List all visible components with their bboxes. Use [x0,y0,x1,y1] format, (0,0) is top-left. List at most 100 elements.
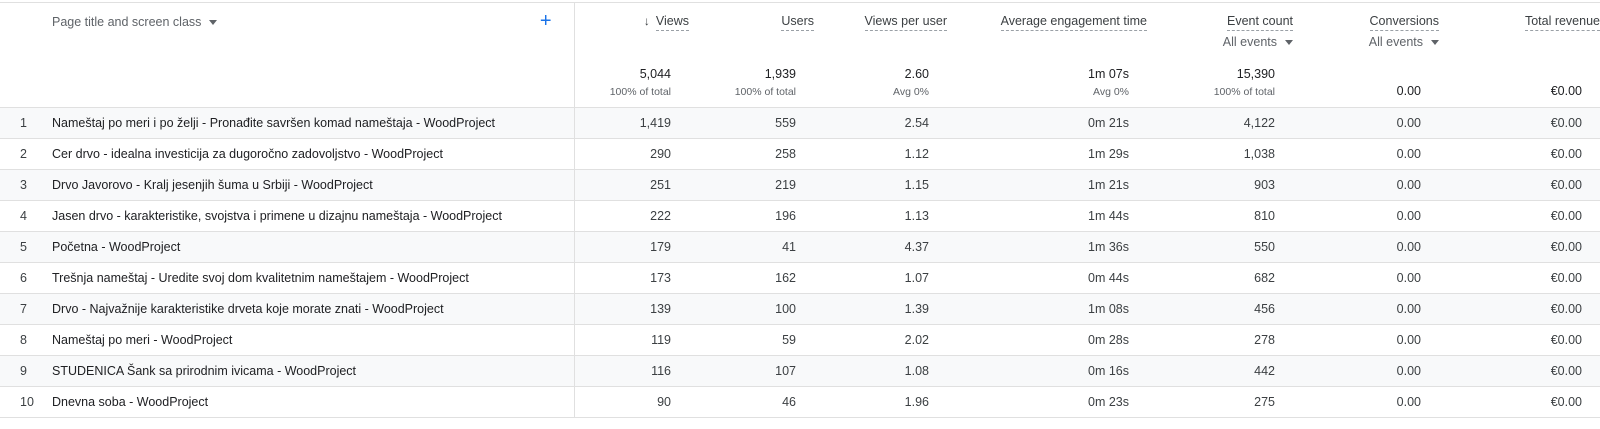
events-cell: 682 [1147,262,1293,294]
rev-cell: €0.00 [1439,231,1600,263]
users-total-sub: 100% of total [734,86,796,98]
total-revenue-total: €0.00 [1550,84,1582,98]
views-per-user-header[interactable]: Views per user 2.60 Avg 0% [814,2,947,108]
aet-cell: 1m 21s [947,169,1147,201]
page-title-cell[interactable]: Početna - WoodProject [48,231,574,263]
conv-cell: 0.00 [1293,138,1439,170]
vpu-cell: 1.39 [814,293,947,325]
total-revenue-header-label: Total revenue [1524,13,1600,31]
report-table: Page title and screen class + ↓ Views 5,0… [0,2,1600,418]
conversions-header[interactable]: Conversions All events 0.00 [1293,2,1439,108]
views-cell: 119 [573,324,689,356]
views-header[interactable]: ↓ Views 5,044 100% of total [573,2,689,108]
page-title-cell[interactable]: Drvo - Najvažnije karakteristike drveta … [48,293,574,325]
views-cell: 251 [573,169,689,201]
views-per-user-total: 2.60 [904,67,929,81]
aet-cell: 1m 44s [947,200,1147,232]
table-row[interactable]: 8 Nameštaj po meri - WoodProject 119 59 2.02… [0,324,1600,356]
page-title-cell[interactable]: Nameštaj po meri i po želji - Pronađite … [48,107,574,139]
dimension-header: Page title and screen class + [48,2,574,108]
page-title-cell[interactable]: Cer drvo - idealna investicija za dugoro… [48,138,574,170]
conv-cell: 0.00 [1293,355,1439,387]
plus-icon[interactable]: + [540,11,552,31]
table-row[interactable]: 1 Nameštaj po meri i po želji - Pronađite… [0,107,1600,139]
page-title-cell[interactable]: Trešnja nameštaj - Uredite svoj dom kval… [48,262,574,294]
event-count-event-selector[interactable]: All events [1147,35,1293,49]
views-cell: 173 [573,262,689,294]
events-cell: 278 [1147,324,1293,356]
table-row[interactable]: 10 Dnevna soba - WoodProject 90 46 1.96 0m 23… [0,386,1600,418]
table-row[interactable]: 7 Drvo - Najvažnije karakteristike drveta… [0,293,1600,325]
table-row[interactable]: 9 STUDENICA Šank sa prirodnim ivicama - W… [0,355,1600,387]
row-index: 10 [0,386,48,418]
vpu-cell: 1.07 [814,262,947,294]
vpu-cell: 2.02 [814,324,947,356]
row-index: 5 [0,231,48,263]
avg-engagement-header[interactable]: Average engagement time 1m 07s Avg 0% [947,2,1147,108]
rev-cell: €0.00 [1439,262,1600,294]
aet-cell: 0m 16s [947,355,1147,387]
users-header[interactable]: Users 1,939 100% of total [689,2,814,108]
aet-cell: 1m 08s [947,293,1147,325]
dimension-selector[interactable]: Page title and screen class [52,15,218,29]
table-body: 1 Nameštaj po meri i po želji - Pronađite… [0,107,1600,418]
users-header-label: Users [781,13,814,31]
views-cell: 116 [573,355,689,387]
conversions-header-label: Conversions [1369,13,1439,31]
sort-down-arrow-icon: ↓ [643,14,650,28]
views-cell: 1,419 [573,107,689,139]
events-cell: 1,038 [1147,138,1293,170]
conv-cell: 0.00 [1293,262,1439,294]
table-row[interactable]: 3 Drvo Javorovo - Kralj jesenjih šuma u S… [0,169,1600,201]
table-row[interactable]: 6 Trešnja nameštaj - Uredite svoj dom kva… [0,262,1600,294]
page-title-cell[interactable]: Nameštaj po meri - WoodProject [48,324,574,356]
rev-cell: €0.00 [1439,200,1600,232]
table-row[interactable]: 2 Cer drvo - idealna investicija za dugor… [0,138,1600,170]
users-cell: 107 [689,355,814,387]
aet-cell: 1m 36s [947,231,1147,263]
aet-cell: 0m 21s [947,107,1147,139]
page-title-cell[interactable]: Dnevna soba - WoodProject [48,386,574,418]
page-title-cell[interactable]: Drvo Javorovo - Kralj jesenjih šuma u Sr… [48,169,574,201]
total-revenue-header[interactable]: Total revenue €0.00 [1439,2,1600,108]
users-cell: 100 [689,293,814,325]
events-cell: 903 [1147,169,1293,201]
rev-cell: €0.00 [1439,169,1600,201]
conv-cell: 0.00 [1293,107,1439,139]
page-title-cell[interactable]: STUDENICA Šank sa prirodnim ivicama - Wo… [48,355,574,387]
vpu-cell: 1.96 [814,386,947,418]
row-index: 7 [0,293,48,325]
rev-cell: €0.00 [1439,138,1600,170]
chevron-down-icon [1285,40,1293,46]
users-cell: 196 [689,200,814,232]
conv-cell: 0.00 [1293,169,1439,201]
avg-engagement-total-sub: Avg 0% [1093,86,1129,98]
rev-cell: €0.00 [1439,386,1600,418]
users-cell: 258 [689,138,814,170]
views-total-sub: 100% of total [609,86,671,98]
rev-cell: €0.00 [1439,324,1600,356]
aet-cell: 0m 23s [947,386,1147,418]
events-cell: 550 [1147,231,1293,263]
vpu-cell: 1.08 [814,355,947,387]
row-index: 9 [0,355,48,387]
table-row[interactable]: 4 Jasen drvo - karakteristike, svojstva i… [0,200,1600,232]
aet-cell: 0m 44s [947,262,1147,294]
page-title-cell[interactable]: Jasen drvo - karakteristike, svojstva i … [48,200,574,232]
users-cell: 162 [689,262,814,294]
row-index: 4 [0,200,48,232]
conversions-total: 0.00 [1396,84,1421,98]
users-cell: 41 [689,231,814,263]
views-cell: 90 [573,386,689,418]
vpu-cell: 2.54 [814,107,947,139]
chevron-down-icon [209,20,218,26]
table-row[interactable]: 5 Početna - WoodProject 179 41 4.37 1m 36s 550… [0,231,1600,263]
conversions-event-selector[interactable]: All events [1293,35,1439,49]
users-total: 1,939 [764,67,796,81]
aet-cell: 0m 28s [947,324,1147,356]
vpu-cell: 4.37 [814,231,947,263]
events-cell: 456 [1147,293,1293,325]
index-header [0,2,48,108]
events-cell: 4,122 [1147,107,1293,139]
event-count-header[interactable]: Event count All events 15,390 100% of to… [1147,2,1293,108]
